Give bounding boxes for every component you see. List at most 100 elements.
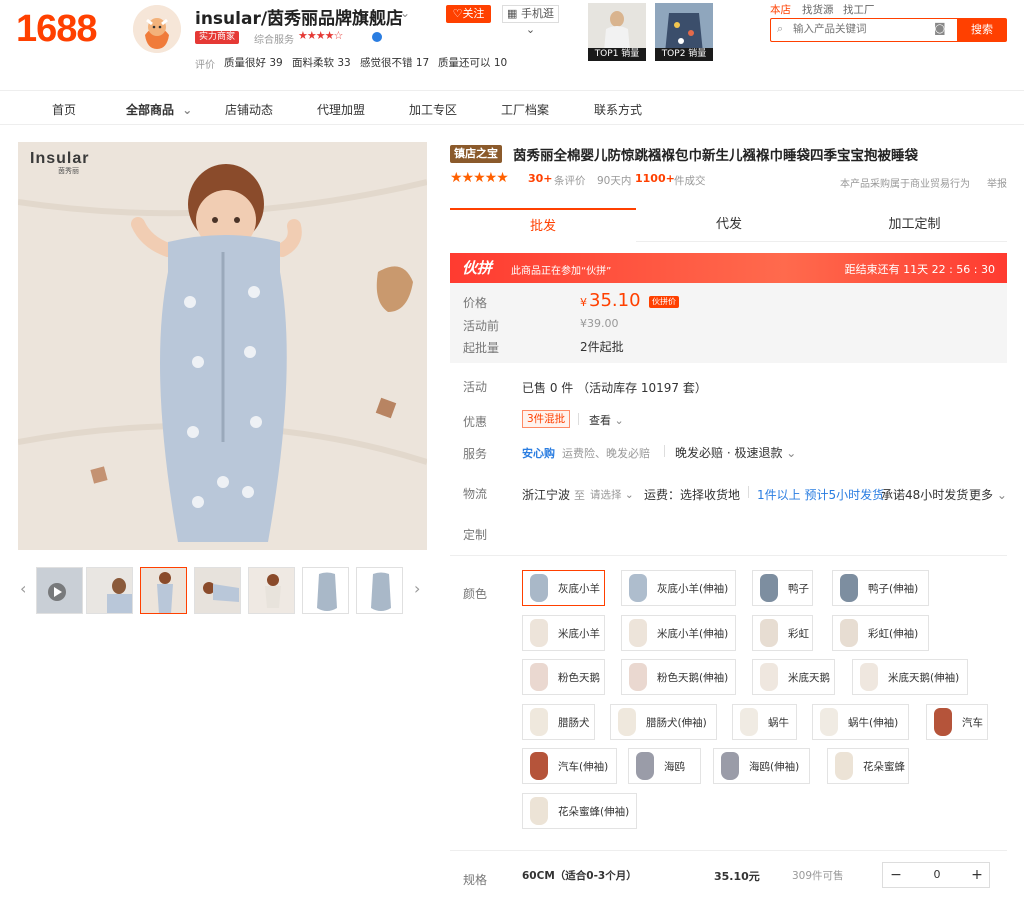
mobile-button[interactable]: ▦ 手机逛 ⌄	[502, 5, 559, 36]
color-option[interactable]: 鸭子	[752, 570, 813, 606]
safe-buy-brand[interactable]: 安心购	[522, 445, 555, 461]
orig-price: ¥39.00	[580, 317, 619, 330]
color-option-label: 汽车	[962, 717, 983, 729]
color-option[interactable]: 鸭子(伸袖)	[832, 570, 929, 606]
color-option[interactable]: 灰底小羊	[522, 570, 605, 606]
tab-dropship[interactable]: 代发	[636, 208, 822, 242]
view-discount-link[interactable]: 查看 ⌄	[589, 412, 624, 428]
shop-avatar[interactable]	[133, 5, 181, 53]
follow-button[interactable]: ♡关注	[446, 5, 491, 23]
color-option[interactable]: 米底天鹅	[752, 659, 835, 695]
color-option-label: 米底小羊(伸袖)	[657, 628, 729, 640]
chevron-left-icon[interactable]: ‹	[20, 579, 26, 598]
site-logo[interactable]: 1688	[16, 8, 98, 51]
decrement-button[interactable]: −	[884, 865, 908, 885]
color-option[interactable]: 灰底小羊(伸袖)	[621, 570, 736, 606]
tab-custom-processing[interactable]: 加工定制	[822, 208, 1007, 242]
search-input[interactable]	[793, 23, 928, 35]
color-option[interactable]: 蜗牛(伸袖)	[812, 704, 909, 740]
color-option[interactable]: 粉色天鹅(伸袖)	[621, 659, 736, 695]
review-tag[interactable]: 质量很好 39	[224, 55, 283, 70]
report-link[interactable]: 举报	[987, 175, 1007, 190]
color-option[interactable]: 花朵蜜蜂(伸袖)	[522, 793, 637, 829]
service-guarantee[interactable]: 晚发必赔 · 极速退款 ⌄	[675, 444, 796, 461]
thumbnail[interactable]	[356, 567, 403, 614]
color-option-label: 彩虹(伸袖)	[868, 628, 919, 640]
color-option[interactable]: 米底小羊	[522, 615, 605, 651]
color-option[interactable]: 米底天鹅(伸袖)	[852, 659, 968, 695]
nav-home[interactable]: 首页	[52, 101, 76, 118]
thumbnail[interactable]	[194, 567, 241, 614]
color-swatch	[760, 663, 778, 691]
color-label: 颜色	[463, 587, 488, 601]
trade-note: 本产品采购属于商业贸易行为	[840, 179, 970, 190]
color-swatch	[820, 708, 838, 736]
group-buy-logo: 伙拼	[462, 259, 493, 277]
color-option[interactable]: 花朵蜜蜂	[827, 748, 909, 784]
price-number: 35.10	[589, 290, 641, 311]
color-option[interactable]: 汽车	[926, 704, 988, 740]
top-product-2[interactable]: TOP2 销量	[655, 3, 713, 61]
scope-tab-this-shop[interactable]: 本店	[770, 2, 791, 17]
review-tag[interactable]: 面料柔软 33	[292, 55, 351, 70]
color-option[interactable]: 腊肠犬	[522, 704, 595, 740]
chevron-down-icon[interactable]: ⌄	[400, 6, 410, 20]
top-product-1[interactable]: TOP1 销量	[588, 3, 646, 61]
color-option[interactable]: 彩虹(伸袖)	[832, 615, 929, 651]
thumbnail-video[interactable]	[36, 567, 83, 614]
tab-wholesale[interactable]: 批发	[450, 208, 636, 242]
quantity-value[interactable]: 0	[927, 868, 947, 881]
increment-button[interactable]: +	[965, 865, 989, 885]
color-option[interactable]: 米底小羊(伸袖)	[621, 615, 736, 651]
chevron-down-icon: ⌄	[996, 488, 1007, 502]
nav-all-products[interactable]: 全部商品 ⌄	[126, 101, 192, 118]
nav-agency[interactable]: 代理加盟	[317, 101, 365, 118]
color-option-label: 海鸥	[664, 761, 685, 773]
color-option[interactable]: 海鸥(伸袖)	[713, 748, 810, 784]
mixed-batch-tag[interactable]: 3件混批	[522, 410, 571, 428]
color-option[interactable]: 腊肠犬(伸袖)	[610, 704, 717, 740]
scope-tab-sources[interactable]: 找货源	[802, 2, 834, 17]
color-option[interactable]: 汽车(伸袖)	[522, 748, 617, 784]
destination-select[interactable]: 请选择 ⌄	[590, 487, 634, 502]
color-swatch	[860, 663, 878, 691]
shop-name[interactable]: insular/茵秀丽品牌旗舰店	[195, 4, 403, 29]
color-swatch	[721, 752, 739, 780]
scope-tab-factory[interactable]: 找工厂	[843, 2, 875, 17]
color-option[interactable]: 海鸥	[628, 748, 701, 784]
nav-contact[interactable]: 联系方式	[594, 101, 642, 118]
spec-label: 规格	[463, 873, 488, 887]
nav-processing[interactable]: 加工专区	[409, 101, 457, 118]
review-tag[interactable]: 感觉很不错 17	[360, 55, 429, 70]
nav-shop-news[interactable]: 店铺动态	[225, 101, 273, 118]
color-option[interactable]: 彩虹	[752, 615, 813, 651]
price-value: ¥35.10	[580, 290, 641, 311]
product-title: 茵秀丽全棉婴儿防惊跳襁褓包巾新生儿襁褓巾睡袋四季宝宝抱被睡袋	[513, 148, 918, 164]
color-swatch	[530, 619, 548, 647]
color-option-label: 鸭子	[788, 583, 809, 595]
review-count[interactable]: 30+	[528, 172, 553, 185]
thumbnail[interactable]	[302, 567, 349, 614]
main-product-image[interactable]: Insular 茵秀丽	[18, 142, 427, 550]
top-product-label: TOP1 销量	[588, 48, 646, 61]
power-merchant-badge: 实力商家	[195, 31, 240, 44]
info-icon[interactable]	[372, 32, 382, 42]
chevron-down-icon: ⌄	[614, 414, 624, 427]
color-swatch	[740, 708, 758, 736]
color-option[interactable]: 粉色天鹅	[522, 659, 605, 695]
logistics-more[interactable]: 更多 ⌄	[969, 486, 1007, 503]
color-option-label: 腊肠犬	[558, 717, 590, 729]
divider	[578, 413, 579, 425]
nav-factory-profile[interactable]: 工厂档案	[501, 101, 549, 118]
thumbnail[interactable]	[86, 567, 133, 614]
days-label: 90天内	[597, 175, 632, 187]
thumbnail[interactable]	[248, 567, 295, 614]
follow-label: 关注	[462, 7, 485, 20]
camera-icon[interactable]: ◙	[934, 21, 946, 35]
chevron-right-icon[interactable]: ›	[414, 579, 420, 598]
review-tag[interactable]: 质量还可以 10	[438, 55, 507, 70]
color-option[interactable]: 蜗牛	[732, 704, 797, 740]
search-button[interactable]: 搜索	[957, 18, 1007, 42]
logistics-more-label: 更多	[969, 488, 994, 502]
thumbnail-active[interactable]	[140, 567, 187, 614]
